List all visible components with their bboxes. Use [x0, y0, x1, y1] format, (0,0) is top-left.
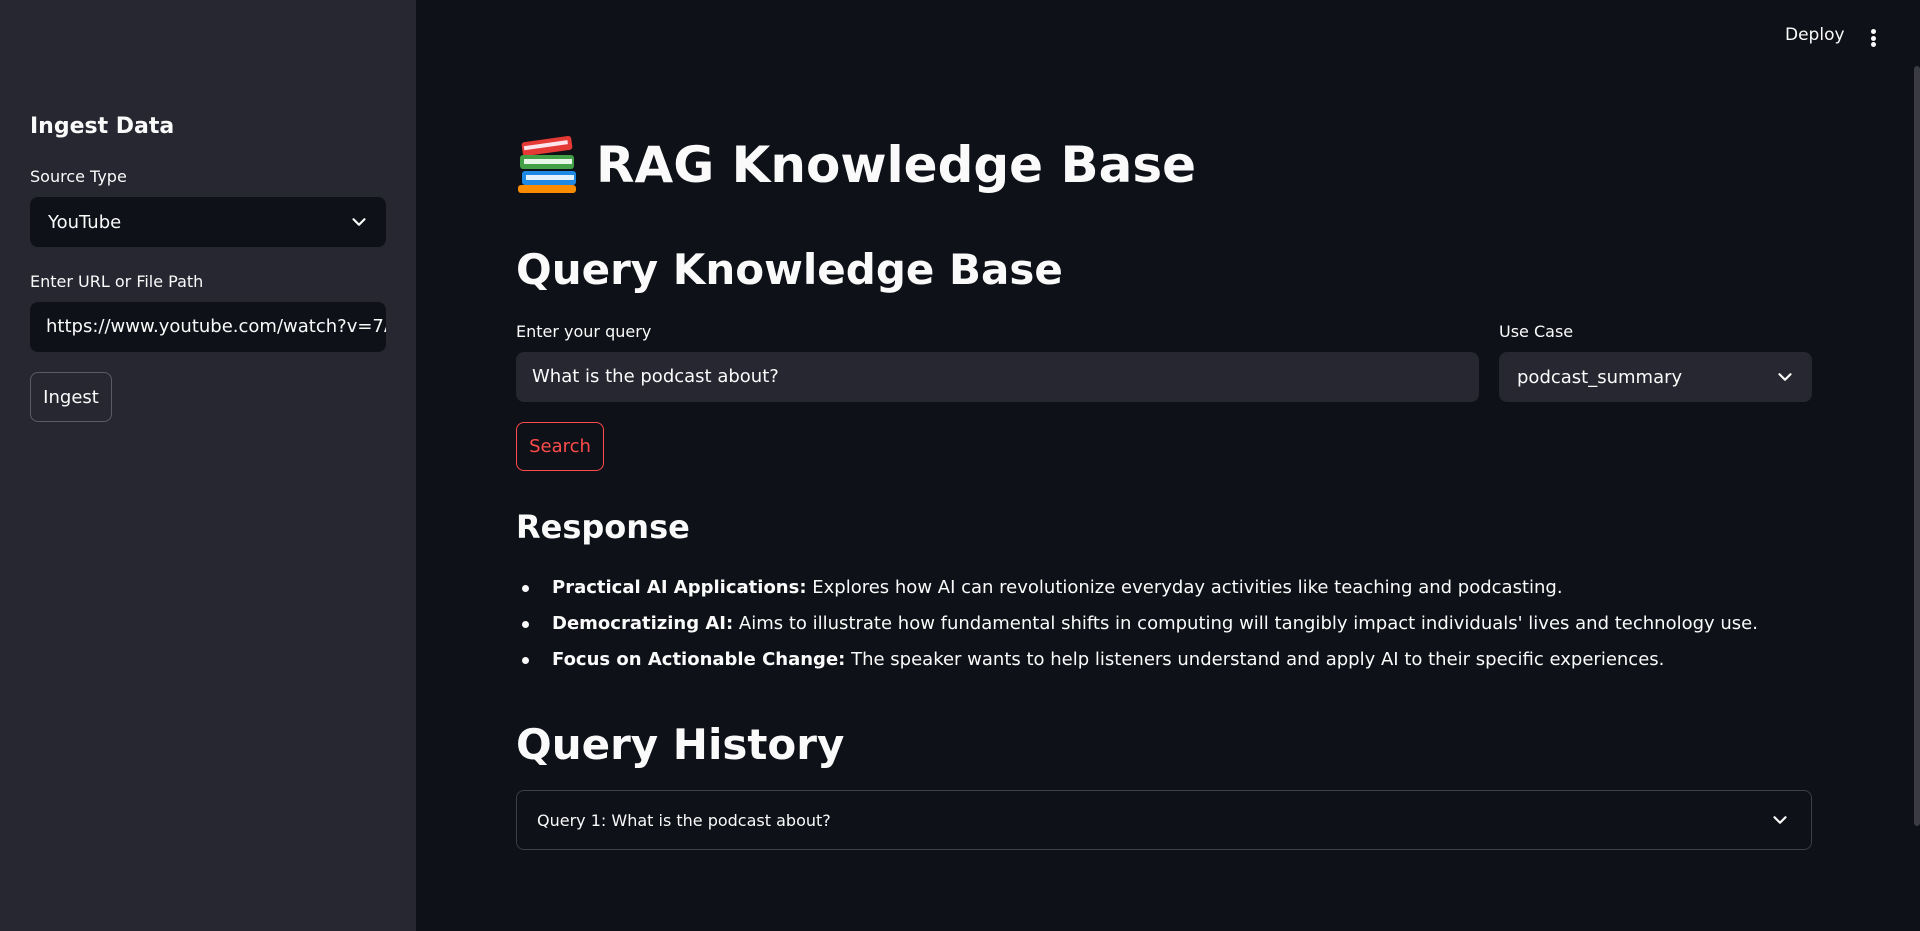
history-heading: Query History [516, 720, 845, 769]
page-title: RAG Knowledge Base [516, 135, 1196, 195]
chevron-down-icon [1778, 373, 1792, 381]
history-item-label: Query 1: What is the podcast about? [537, 810, 831, 830]
use-case-label: Use Case [1499, 322, 1574, 341]
history-expander[interactable]: Query 1: What is the podcast about? [516, 790, 1812, 850]
scrollbar[interactable] [1914, 66, 1920, 826]
list-item-text: The speaker wants to help listeners unde… [845, 649, 1665, 670]
chevron-down-icon [1773, 816, 1787, 824]
list-item: Democratizing AI: Aims to illustrate how… [516, 606, 1812, 642]
list-item-title: Focus on Actionable Change: [552, 649, 846, 670]
url-input[interactable]: https://www.youtube.com/watch?v=7AI [30, 302, 386, 352]
deploy-button[interactable]: Deploy [1785, 25, 1845, 45]
title-text: RAG Knowledge Base [596, 136, 1196, 194]
response-heading: Response [516, 508, 690, 546]
query-heading: Query Knowledge Base [516, 245, 1063, 294]
search-button[interactable]: Search [516, 422, 604, 471]
source-type-label: Source Type [30, 167, 127, 186]
use-case-select[interactable]: podcast_summary [1499, 352, 1812, 402]
query-input[interactable]: What is the podcast about? [516, 352, 1479, 402]
source-type-value: YouTube [48, 211, 122, 233]
list-item: Practical AI Applications: Explores how … [516, 570, 1812, 606]
response-list: Practical AI Applications: Explores how … [516, 570, 1812, 678]
books-icon [516, 135, 580, 195]
use-case-value: podcast_summary [1517, 366, 1683, 388]
list-item: Focus on Actionable Change: The speaker … [516, 642, 1812, 678]
list-item-title: Practical AI Applications: [552, 577, 807, 598]
list-item-title: Democratizing AI: [552, 613, 734, 634]
chevron-down-icon [352, 218, 366, 226]
query-label: Enter your query [516, 322, 652, 341]
sidebar: Ingest Data Source Type YouTube Enter UR… [0, 0, 416, 931]
sidebar-heading: Ingest Data [30, 114, 175, 139]
source-type-select[interactable]: YouTube [30, 197, 386, 247]
list-item-text: Explores how AI can revolutionize everyd… [806, 577, 1563, 598]
list-item-text: Aims to illustrate how fundamental shift… [733, 613, 1758, 634]
vertical-dots-icon[interactable] [1863, 26, 1883, 50]
ingest-button[interactable]: Ingest [30, 372, 112, 422]
url-label: Enter URL or File Path [30, 272, 204, 291]
